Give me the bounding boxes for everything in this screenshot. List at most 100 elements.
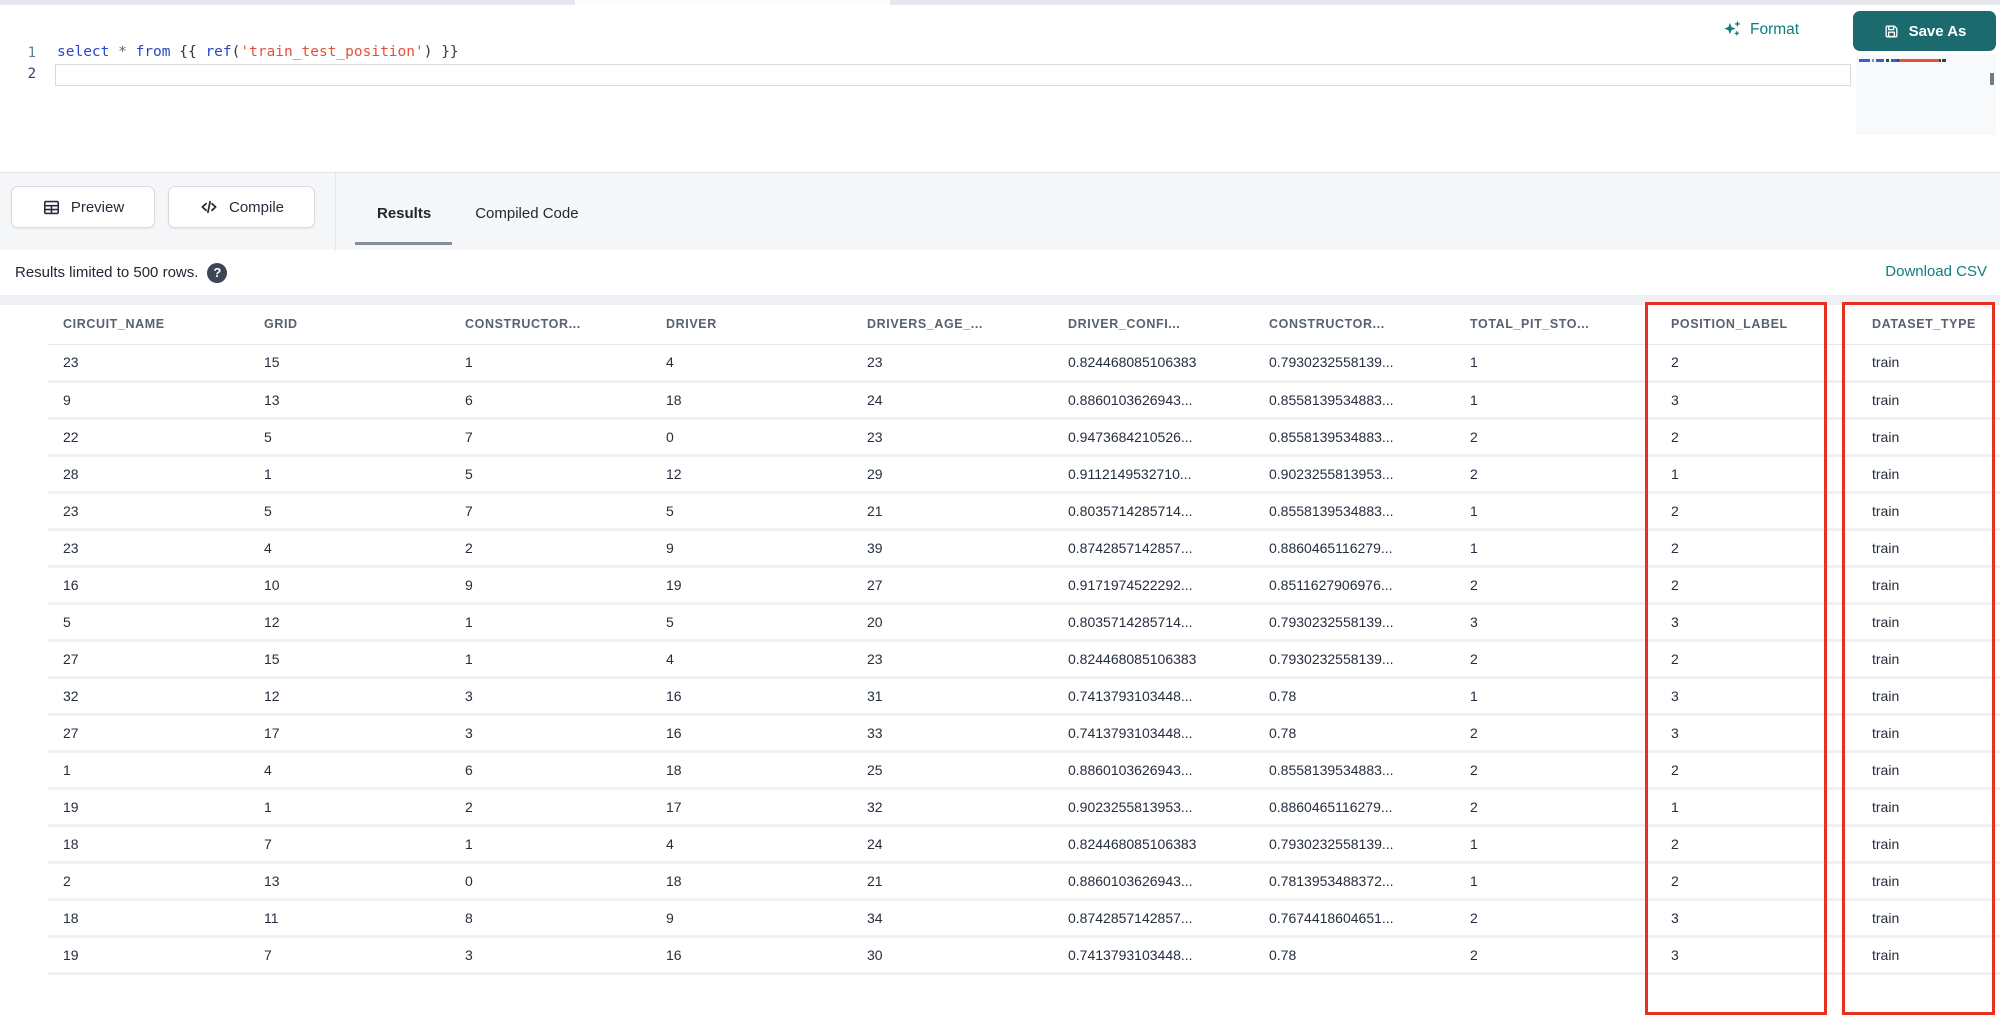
results-tabs: Results Compiled Code: [354, 173, 579, 251]
table-cell: 24: [852, 381, 1053, 420]
column-header: TOTAL_PIT_STO...: [1455, 305, 1656, 345]
minimap-code-line: [1859, 59, 1947, 62]
table-cell: 13: [249, 862, 450, 901]
row-limit-notice: Results limited to 500 rows.: [15, 264, 199, 281]
table-cell: 16: [651, 936, 852, 975]
table-row: 23 4 2 9 39 0.8742857142857... 0.8860465116279…: [48, 529, 2000, 568]
table-cell: 2: [1656, 492, 1857, 531]
table-cell: 23: [852, 418, 1053, 457]
table-cell: 2: [48, 862, 249, 901]
table-cell: 3: [1656, 677, 1857, 716]
table-cell: 31: [852, 677, 1053, 716]
table-cell: 24: [852, 825, 1053, 864]
table-cell: train: [1857, 529, 2000, 568]
preview-button[interactable]: Preview: [11, 186, 155, 228]
table-cell: 4: [651, 344, 852, 383]
table-cell: 20: [852, 603, 1053, 642]
table-cell: 12: [249, 603, 450, 642]
tab-compiled-code[interactable]: Compiled Code: [475, 173, 578, 251]
table-row: 18 11 8 9 34 0.8742857142857... 0.767441860465…: [48, 899, 2000, 938]
tab-results[interactable]: Results: [354, 173, 453, 251]
table-cell: 0.8558139534883...: [1254, 751, 1455, 790]
table-cell: 39: [852, 529, 1053, 568]
table-cell: 1: [1455, 529, 1656, 568]
table-row: 2 13 0 18 21 0.8860103626943... 0.781395348837…: [48, 862, 2000, 901]
table-cell: 2: [1455, 899, 1656, 938]
table-cell: 9: [450, 566, 651, 605]
table-cell: 23: [852, 344, 1053, 383]
table-cell: 0.8742857142857...: [1053, 529, 1254, 568]
table-icon: [42, 198, 61, 217]
table-cell: 0.9112149532710...: [1053, 455, 1254, 494]
table-cell: 1: [1455, 862, 1656, 901]
editor-scrollbar-thumb[interactable]: [1990, 73, 1994, 85]
table-cell: 0.7930232558139...: [1254, 825, 1455, 864]
table-cell: 6: [450, 751, 651, 790]
results-table: CIRCUIT_NAME GRID CONSTRUCTOR... DRIVER DRIV…: [0, 305, 2000, 975]
table-cell: 19: [651, 566, 852, 605]
table-cell: 3: [1455, 603, 1656, 642]
table-cell: 16: [651, 714, 852, 753]
save-as-button[interactable]: Save As: [1853, 11, 1996, 51]
format-button[interactable]: Format: [1722, 15, 1799, 45]
table-cell: 10: [249, 566, 450, 605]
table-row: 19 1 2 17 32 0.9023255813953... 0.886046511627…: [48, 788, 2000, 827]
table-cell: 7: [249, 825, 450, 864]
table-cell: 2: [1656, 751, 1857, 790]
table-cell: 2: [1455, 751, 1656, 790]
table-cell: 1: [249, 455, 450, 494]
table-cell: 2: [1455, 936, 1656, 975]
table-cell: 0.8860103626943...: [1053, 751, 1254, 790]
table-cell: 5: [48, 603, 249, 642]
help-icon[interactable]: ?: [207, 262, 228, 283]
table-cell: 0.8558139534883...: [1254, 418, 1455, 457]
table-cell: 0.8860465116279...: [1254, 788, 1455, 827]
table-cell: 3: [1656, 714, 1857, 753]
table-cell: 0.8558139534883...: [1254, 492, 1455, 531]
table-row: 22 5 7 0 23 0.9473684210526... 0.8558139534883…: [48, 418, 2000, 457]
table-cell: 18: [48, 825, 249, 864]
table-cell: 5: [249, 492, 450, 531]
table-cell: 2: [1455, 455, 1656, 494]
download-csv-link[interactable]: Download CSV: [1885, 263, 1987, 280]
table-cell: 23: [48, 529, 249, 568]
table-cell: 12: [651, 455, 852, 494]
code-icon: [199, 197, 219, 217]
table-cell: 3: [1656, 603, 1857, 642]
table-row: 5 12 1 5 20 0.8035714285714... 0.7930232558139…: [48, 603, 2000, 642]
table-cell: 13: [249, 381, 450, 420]
table-cell: 27: [48, 714, 249, 753]
table-cell: train: [1857, 381, 2000, 420]
table-cell: 0.78: [1254, 936, 1455, 975]
toolbar-divider: [335, 173, 336, 251]
table-row: 28 1 5 12 29 0.9112149532710... 0.902325581395…: [48, 455, 2000, 494]
sql-code-line[interactable]: select * from {{ ref('train_test_positio…: [57, 44, 459, 60]
compile-button[interactable]: Compile: [168, 186, 315, 228]
column-header: DRIVERS_AGE_...: [852, 305, 1053, 345]
table-cell: 27: [48, 640, 249, 679]
active-line-highlight: [55, 64, 1851, 86]
table-cell: 2: [1656, 640, 1857, 679]
results-info-row: Results limited to 500 rows. ? Download …: [0, 250, 2000, 295]
table-row: 1 4 6 18 25 0.8860103626943... 0.8558139534883…: [48, 751, 2000, 790]
table-cell: 0.7413793103448...: [1053, 714, 1254, 753]
table-cell: 8: [450, 899, 651, 938]
table-cell: 9: [48, 381, 249, 420]
table-cell: 2: [1656, 825, 1857, 864]
table-cell: 2: [1656, 862, 1857, 901]
table-cell: 2: [1455, 418, 1656, 457]
line-number: 1: [27, 45, 36, 61]
table-cell: 0: [450, 862, 651, 901]
table-cell: 3: [1656, 936, 1857, 975]
table-cell: 1: [1455, 492, 1656, 531]
table-row: 23 15 1 4 23 0.824468085106383 0.7930232558139…: [48, 344, 2000, 383]
table-row: 27 15 1 4 23 0.824468085106383 0.7930232558139…: [48, 640, 2000, 679]
editor-minimap[interactable]: [1856, 55, 1996, 135]
table-cell: train: [1857, 640, 2000, 679]
table-cell: 22: [48, 418, 249, 457]
sql-editor[interactable]: 1 2 select * from {{ ref('train_test_pos…: [0, 5, 2000, 172]
table-cell: 2: [1656, 529, 1857, 568]
table-cell: train: [1857, 455, 2000, 494]
table-cell: 15: [249, 344, 450, 383]
table-cell: 2: [1455, 566, 1656, 605]
